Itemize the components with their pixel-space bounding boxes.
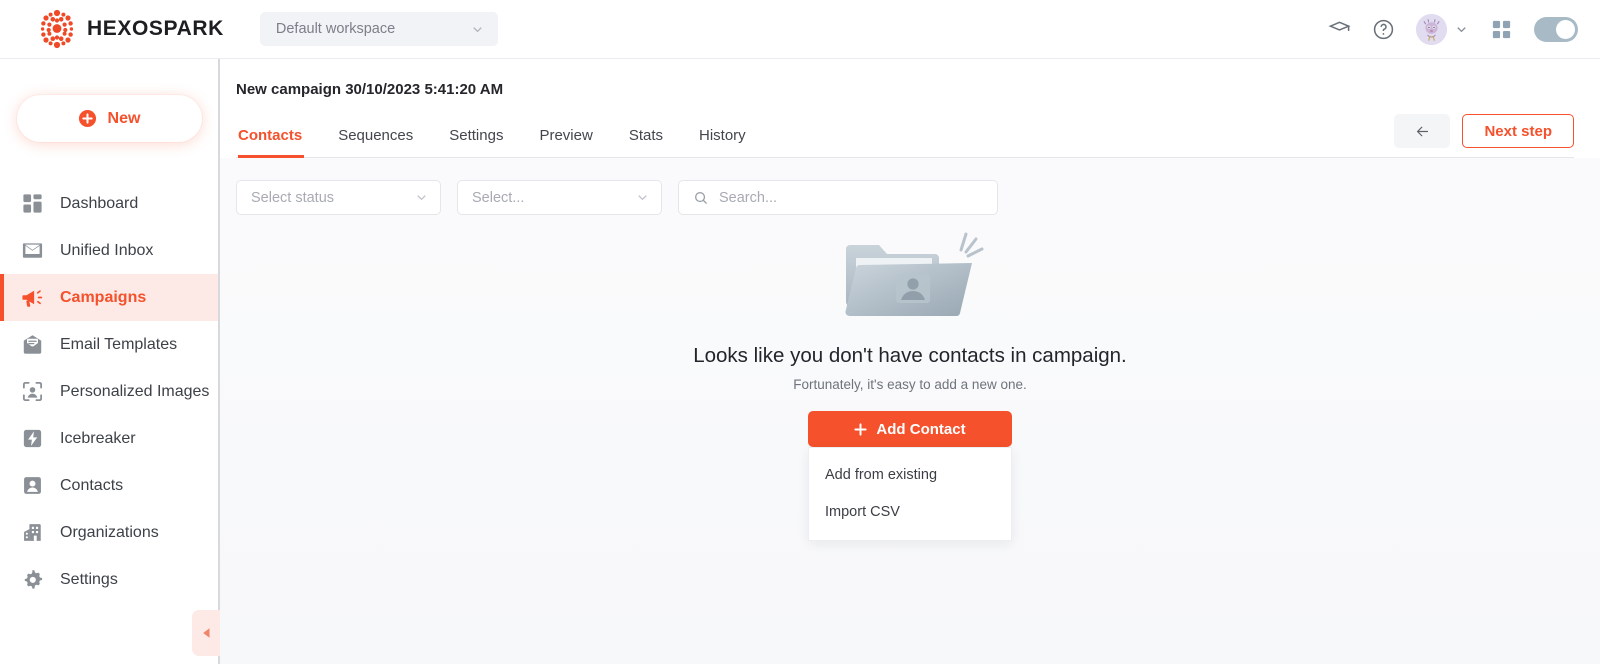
empty-state-title: Looks like you don't have contacts in ca… bbox=[693, 344, 1127, 367]
workspace-selector[interactable]: Default workspace bbox=[259, 12, 498, 46]
page-title: New campaign 30/10/2023 5:41:20 AM bbox=[236, 81, 504, 98]
brand[interactable]: HEXOSPARK bbox=[38, 9, 224, 49]
new-button[interactable]: New bbox=[16, 95, 202, 142]
generic-filter-placeholder: Select... bbox=[472, 189, 525, 206]
menu-item-import-csv[interactable]: Import CSV bbox=[809, 493, 1011, 530]
tab-bar: Contacts Sequences Settings Preview Stat… bbox=[236, 114, 1574, 158]
chevron-down-icon bbox=[417, 195, 426, 201]
sidebar-item-label: Unified Inbox bbox=[60, 241, 154, 259]
tab-label: Settings bbox=[449, 127, 504, 144]
sidebar-item-campaigns[interactable]: Campaigns bbox=[0, 274, 218, 321]
menu-item-label: Add from existing bbox=[825, 466, 938, 483]
tab-preview[interactable]: Preview bbox=[521, 127, 610, 157]
empty-state-subtitle: Fortunately, it's easy to add a new one. bbox=[793, 377, 1027, 392]
tab-label: Contacts bbox=[238, 127, 303, 144]
tab-history[interactable]: History bbox=[681, 127, 764, 157]
dashboard-icon bbox=[23, 194, 42, 213]
hexospark-dots-logo bbox=[40, 9, 74, 49]
new-button-label: New bbox=[107, 109, 141, 127]
sidebar-item-dashboard[interactable]: Dashboard bbox=[0, 180, 218, 227]
sidebar-item-unified-inbox[interactable]: Unified Inbox bbox=[0, 227, 218, 274]
tab-settings[interactable]: Settings bbox=[431, 127, 521, 157]
personalized-image-icon bbox=[22, 381, 43, 402]
app-body: New Dashboard Unified Inbox Campaigns Em… bbox=[0, 59, 1600, 664]
app-root: HEXOSPARK Default workspace New Dashboar… bbox=[0, 0, 1600, 664]
sidebar-collapse-button[interactable] bbox=[192, 610, 222, 656]
sidebar-item-personalized-images[interactable]: Personalized Images bbox=[0, 368, 218, 415]
menu-item-add-from-existing[interactable]: Add from existing bbox=[809, 456, 1011, 493]
header-actions: Next step bbox=[1394, 114, 1574, 157]
sidebar-item-label: Icebreaker bbox=[60, 429, 136, 447]
brand-name: HEXOSPARK bbox=[87, 17, 224, 40]
plus-icon bbox=[854, 422, 867, 436]
sidebar-item-label: Dashboard bbox=[60, 194, 139, 212]
mode-toggle[interactable] bbox=[1534, 16, 1578, 42]
chevron-down-icon bbox=[473, 26, 482, 32]
topbar-actions bbox=[1328, 13, 1578, 45]
chevron-down-icon bbox=[1457, 26, 1466, 32]
sidebar-item-settings[interactable]: Settings bbox=[0, 556, 218, 603]
tab-label: History bbox=[699, 127, 746, 144]
filter-bar: Select status Select... Search... bbox=[220, 158, 1600, 215]
next-step-label: Next step bbox=[1484, 122, 1552, 140]
sidebar-item-label: Contacts bbox=[60, 476, 124, 494]
grid-apps-icon[interactable] bbox=[1490, 18, 1513, 41]
workspace-value: Default workspace bbox=[275, 21, 396, 37]
empty-folder-contact-icon bbox=[845, 232, 984, 317]
sidebar-item-organizations[interactable]: Organizations bbox=[0, 509, 218, 556]
sidebar-item-label: Organizations bbox=[60, 523, 159, 541]
sidebar-item-label: Settings bbox=[60, 570, 118, 588]
search-icon bbox=[695, 191, 707, 204]
page-header: New campaign 30/10/2023 5:41:20 AM Conta… bbox=[220, 59, 1600, 158]
contacts-icon bbox=[24, 477, 41, 494]
graduation-cap-icon[interactable] bbox=[1328, 18, 1351, 41]
add-contact-menu: Add from existing Import CSV bbox=[808, 447, 1012, 541]
sidebar: New Dashboard Unified Inbox Campaigns Em… bbox=[0, 59, 222, 664]
generic-filter-select[interactable]: Select... bbox=[457, 180, 662, 215]
back-button[interactable] bbox=[1394, 114, 1451, 148]
tab-label: Sequences bbox=[338, 127, 414, 144]
add-contact-button[interactable]: Add Contact bbox=[808, 411, 1012, 447]
sidebar-item-label: Email Templates bbox=[60, 335, 178, 353]
status-filter-select[interactable]: Select status bbox=[236, 180, 441, 215]
arrow-left-icon bbox=[1416, 126, 1429, 136]
sidebar-item-icebreaker[interactable]: Icebreaker bbox=[0, 415, 218, 462]
status-filter-placeholder: Select status bbox=[251, 189, 335, 206]
megaphone-icon bbox=[22, 290, 43, 307]
empty-state: Looks like you don't have contacts in ca… bbox=[220, 215, 1600, 664]
sidebar-item-email-templates[interactable]: Email Templates bbox=[0, 321, 218, 368]
collapse-left-icon bbox=[203, 628, 210, 638]
sidebar-item-contacts[interactable]: Contacts bbox=[0, 462, 218, 509]
tab-label: Stats bbox=[628, 127, 663, 144]
main-content: New campaign 30/10/2023 5:41:20 AM Conta… bbox=[220, 59, 1600, 664]
tabs: Contacts Sequences Settings Preview Stat… bbox=[236, 127, 764, 158]
tab-sequences[interactable]: Sequences bbox=[320, 127, 431, 157]
sidebar-item-label: Campaigns bbox=[60, 288, 147, 306]
user-menu[interactable] bbox=[1416, 13, 1469, 45]
menu-item-label: Import CSV bbox=[825, 503, 900, 520]
icebreaker-bolt-icon bbox=[23, 429, 42, 448]
tab-stats[interactable]: Stats bbox=[611, 127, 681, 157]
add-contact-label: Add Contact bbox=[876, 420, 966, 438]
chevron-down-icon bbox=[638, 195, 647, 201]
inbox-icon bbox=[22, 243, 43, 258]
sidebar-item-label: Personalized Images bbox=[60, 382, 210, 400]
avatar bbox=[1416, 13, 1447, 45]
email-template-icon bbox=[23, 335, 42, 354]
search-placeholder: Search... bbox=[719, 189, 778, 206]
organizations-building-icon bbox=[24, 524, 41, 541]
tab-label: Preview bbox=[539, 127, 593, 144]
gear-icon bbox=[24, 569, 43, 589]
plus-circle-icon bbox=[78, 109, 96, 128]
top-bar: HEXOSPARK Default workspace bbox=[0, 0, 1600, 59]
tab-contacts[interactable]: Contacts bbox=[236, 127, 320, 158]
next-step-button[interactable]: Next step bbox=[1462, 114, 1574, 148]
search-input[interactable]: Search... bbox=[678, 180, 998, 215]
help-circle-icon[interactable] bbox=[1372, 18, 1395, 41]
